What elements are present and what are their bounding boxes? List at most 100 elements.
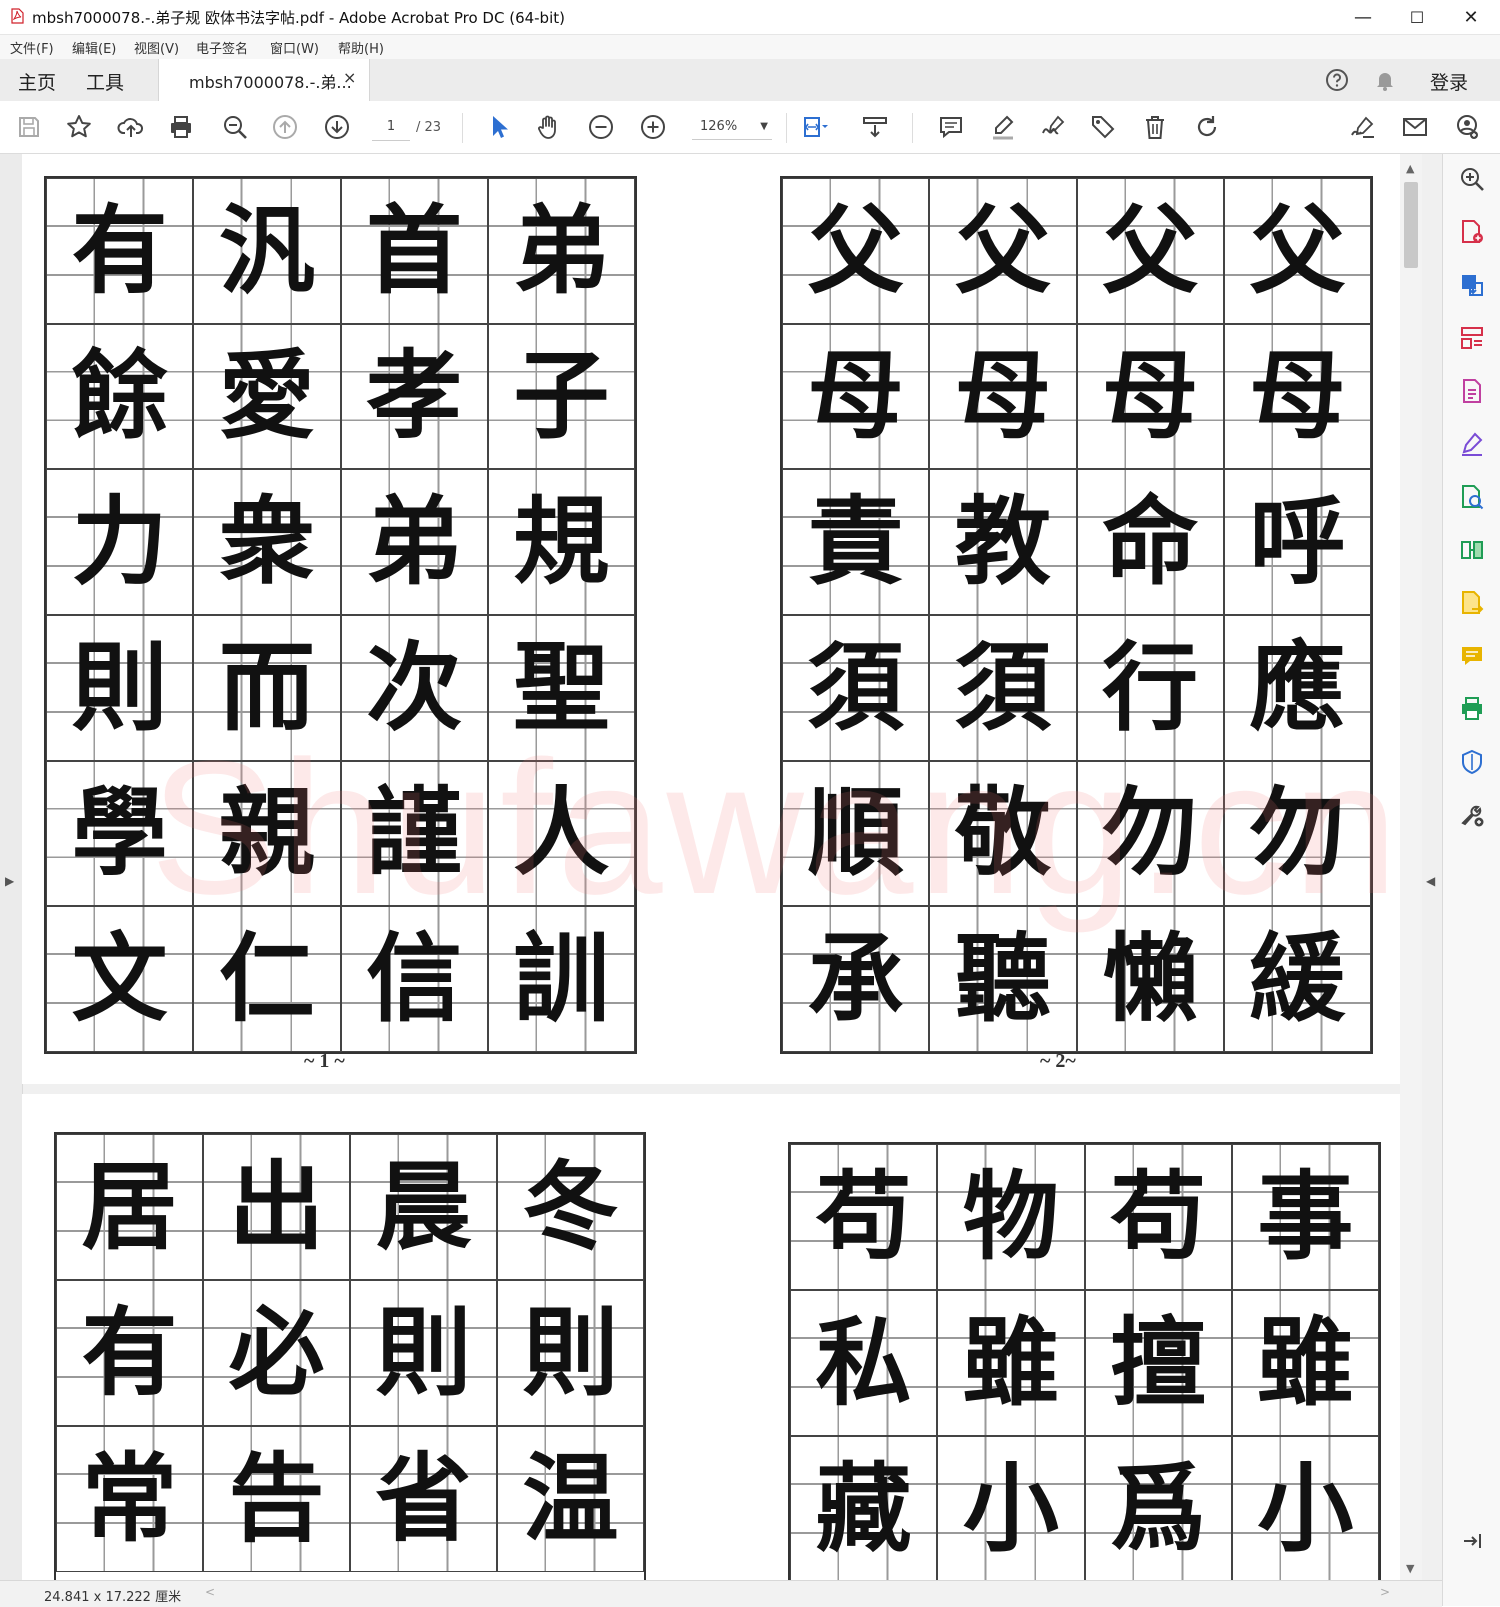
calligraphy-character: 則 <box>375 1296 472 1409</box>
zoom-in-button[interactable] <box>636 110 670 144</box>
vertical-scrollbar[interactable]: ▲ ▼ <box>1400 154 1422 1580</box>
calligraphy-cell: 出 <box>203 1134 350 1280</box>
scroll-down-icon[interactable]: ▼ <box>1406 1562 1414 1575</box>
rotate-icon <box>1197 116 1217 137</box>
fill-sign-tool[interactable] <box>1457 429 1487 459</box>
edit-pdf-tool[interactable] <box>1457 376 1487 406</box>
maximize-button[interactable]: ☐ <box>1390 0 1444 34</box>
comment-tool[interactable] <box>1457 641 1487 671</box>
calligraphy-cell: 子 <box>487 323 635 470</box>
delete-button[interactable] <box>1138 110 1172 144</box>
stamp-button[interactable] <box>1086 110 1120 144</box>
calligraphy-character: 事 <box>1257 1160 1354 1273</box>
close-tab-icon[interactable]: × <box>343 68 356 87</box>
comment-button[interactable] <box>934 110 968 144</box>
find-button[interactable] <box>218 110 252 144</box>
menu-window[interactable]: 窗口(W) <box>270 38 319 57</box>
next-page-button[interactable] <box>320 110 354 144</box>
calligraphy-character: 聖 <box>513 630 610 744</box>
menu-view[interactable]: 视图(V) <box>134 38 179 57</box>
combine-files-tool[interactable] <box>1457 535 1487 565</box>
calligraphy-character: 緩 <box>1249 922 1346 1036</box>
share-button[interactable] <box>1450 110 1484 144</box>
highlight-button[interactable] <box>986 110 1020 144</box>
fill-sign-button[interactable] <box>1346 110 1380 144</box>
calligraphy-cell: 苟 <box>790 1144 938 1290</box>
calligraphy-cell: 行 <box>1076 615 1224 761</box>
create-pdf-tool[interactable] <box>1457 217 1487 247</box>
zoom-out-button[interactable] <box>584 110 618 144</box>
bookmark-button[interactable] <box>62 110 96 144</box>
calligraphy-character: 子 <box>513 339 610 453</box>
title-bar: mbsh7000078.-.弟子规 欧体书法字帖.pdf - Adobe Acr… <box>0 0 1500 35</box>
scroll-right-icon[interactable]: > <box>1380 1585 1390 1599</box>
rotate-button[interactable] <box>1190 110 1224 144</box>
enhance-scan-tool[interactable] <box>1457 164 1487 194</box>
tab-tools[interactable]: 工具 <box>86 68 124 95</box>
prev-page-button[interactable] <box>268 110 302 144</box>
document-viewer[interactable]: ▶ 有汎首弟餘愛孝子力衆弟規則而次聖學親謹人文仁信訓 ~ 1 ~ 父父父父母母母… <box>0 154 1442 1580</box>
calligraphy-character: 仁 <box>218 922 315 1036</box>
calligraphy-character: 文 <box>71 922 168 1036</box>
close-window-button[interactable]: ✕ <box>1444 0 1498 34</box>
email-button[interactable] <box>1398 110 1432 144</box>
scroll-up-icon[interactable]: ▲ <box>1406 162 1414 175</box>
calligraphy-cell: 父 <box>929 178 1077 324</box>
scrollbar-thumb[interactable] <box>1404 182 1418 268</box>
collapse-right-panel-icon[interactable]: ◀ <box>1426 874 1435 888</box>
scroll-left-icon[interactable]: < <box>205 1585 215 1599</box>
calligraphy-character: 謹 <box>366 776 463 890</box>
calligraphy-character: 晨 <box>375 1150 472 1263</box>
calligraphy-cell: 藏 <box>790 1436 938 1580</box>
tab-home[interactable]: 主页 <box>18 68 56 95</box>
calligraphy-character: 爲 <box>1110 1452 1207 1565</box>
login-button[interactable]: 登录 <box>1430 68 1468 95</box>
hand-tool-button[interactable] <box>532 110 566 144</box>
calligraphy-character: 規 <box>513 485 610 599</box>
menu-esign[interactable]: 电子签名 <box>196 38 248 57</box>
sign-button[interactable] <box>1036 110 1070 144</box>
compare-files-tool[interactable] <box>1457 482 1487 512</box>
more-tools[interactable] <box>1457 800 1487 830</box>
scrolling-mode-button[interactable] <box>858 110 892 144</box>
organize-pages-tool[interactable] <box>1457 323 1487 353</box>
calligraphy-cell: 而 <box>193 615 341 761</box>
select-tool-button[interactable] <box>482 110 516 144</box>
comment-panel-icon <box>1462 647 1482 665</box>
print-production-tool[interactable] <box>1457 694 1487 724</box>
calligraphy-cell: 冬 <box>497 1134 644 1280</box>
print-production-icon <box>1462 697 1482 720</box>
zoom-level-select[interactable]: 126% ▼ <box>692 114 772 140</box>
calligraphy-character: 告 <box>228 1442 325 1555</box>
collapse-tools-panel[interactable] <box>1457 1526 1487 1556</box>
calligraphy-character: 弟 <box>513 193 610 307</box>
fit-page-icon <box>804 117 828 137</box>
calligraphy-cell: 母 <box>1076 323 1224 470</box>
save-button[interactable] <box>12 110 46 144</box>
calligraphy-character: 父 <box>954 193 1051 307</box>
menu-file[interactable]: 文件(F) <box>10 38 54 57</box>
menu-edit[interactable]: 编辑(E) <box>72 38 116 57</box>
calligraphy-character: 温 <box>522 1442 619 1555</box>
expand-left-panel-icon[interactable]: ▶ <box>5 874 14 888</box>
export-doc-tool[interactable] <box>1457 588 1487 618</box>
fit-page-button[interactable] <box>798 110 832 144</box>
tab-document[interactable]: mbsh7000078.-.弟... × <box>158 59 370 101</box>
calligraphy-cell: 應 <box>1223 615 1371 761</box>
protect-tool[interactable] <box>1457 747 1487 777</box>
help-icon[interactable] <box>1324 67 1350 93</box>
print-button[interactable] <box>164 110 198 144</box>
minimize-button[interactable]: — <box>1336 0 1390 34</box>
calligraphy-cell: 人 <box>487 760 635 907</box>
bookmark-star-icon <box>67 115 91 138</box>
more-tools-icon <box>1461 805 1484 827</box>
menu-help[interactable]: 帮助(H) <box>338 38 384 57</box>
compare-files-icon <box>1462 485 1484 510</box>
calligraphy-cell: 雖 <box>937 1290 1085 1436</box>
notification-bell-icon[interactable] <box>1372 67 1398 93</box>
page-number-input[interactable]: 1 <box>372 114 410 141</box>
export-pdf-tool[interactable] <box>1457 270 1487 300</box>
comment-icon <box>940 117 962 139</box>
upload-button[interactable] <box>114 110 148 144</box>
calligraphy-cell: 命 <box>1076 469 1224 615</box>
